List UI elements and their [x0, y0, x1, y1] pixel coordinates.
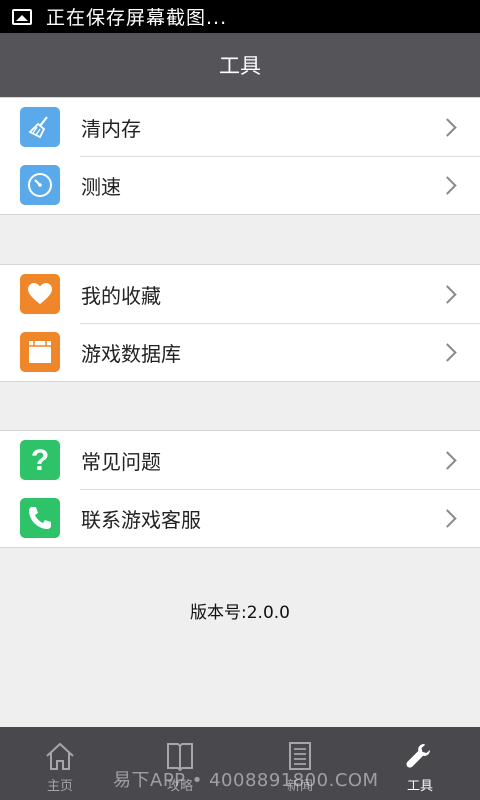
header: 工具: [0, 33, 480, 97]
tab-label: 新闻: [286, 779, 313, 794]
menu-item-clear-memory[interactable]: 清内存: [0, 98, 480, 156]
news-icon: [289, 742, 311, 770]
chevron-right-icon: [438, 284, 457, 304]
tab-label: 工具: [406, 779, 433, 794]
speedometer-icon: [20, 165, 60, 205]
tab-news[interactable]: 新闻: [240, 727, 360, 800]
chevron-right-icon: [438, 450, 457, 470]
question-icon: ?: [20, 440, 60, 480]
chevron-right-icon: [438, 117, 457, 137]
menu-item-faq[interactable]: ? 常见问题: [0, 431, 480, 489]
database-icon: [20, 332, 60, 372]
broom-icon: [20, 107, 60, 147]
chevron-right-icon: [438, 508, 457, 528]
tool-group-2: 我的收藏 游戏数据库: [0, 264, 480, 382]
page-title: 工具: [219, 54, 261, 78]
bottom-tab-bar: 主页 攻略 新闻 工具: [0, 727, 480, 800]
menu-item-label: 常见问题: [81, 449, 161, 474]
menu-item-favorites[interactable]: 我的收藏: [0, 265, 480, 323]
tab-guides[interactable]: 攻略: [120, 727, 240, 800]
svg-text:?: ?: [31, 445, 49, 475]
status-text: 正在保存屏幕截图...: [46, 7, 228, 29]
tab-home[interactable]: 主页: [0, 727, 120, 800]
phone-icon: [20, 498, 60, 538]
status-bar: 正在保存屏幕截图...: [0, 0, 480, 33]
chevron-right-icon: [438, 342, 457, 362]
tab-label: 攻略: [166, 779, 193, 794]
menu-item-speed-test[interactable]: 测速: [0, 156, 480, 214]
version-label: 版本号:2.0.0: [190, 603, 290, 623]
screenshot-icon: [12, 8, 32, 25]
home-icon: [46, 742, 74, 770]
menu-item-game-database[interactable]: 游戏数据库: [0, 323, 480, 381]
menu-item-contact-support[interactable]: 联系游戏客服: [0, 489, 480, 547]
menu-item-label: 游戏数据库: [81, 341, 181, 366]
menu-item-label: 测速: [81, 174, 121, 199]
tool-group-3: ? 常见问题 联系游戏客服: [0, 430, 480, 548]
tab-label: 主页: [46, 779, 73, 794]
wrench-icon: [406, 744, 430, 768]
tool-group-1: 清内存 测速: [0, 97, 480, 215]
menu-item-label: 我的收藏: [81, 283, 161, 308]
tab-tools[interactable]: 工具: [360, 727, 480, 800]
menu-item-label: 联系游戏客服: [81, 507, 201, 532]
chevron-right-icon: [438, 175, 457, 195]
book-icon: [167, 743, 193, 771]
heart-icon: [20, 274, 60, 314]
menu-item-label: 清内存: [81, 116, 141, 141]
